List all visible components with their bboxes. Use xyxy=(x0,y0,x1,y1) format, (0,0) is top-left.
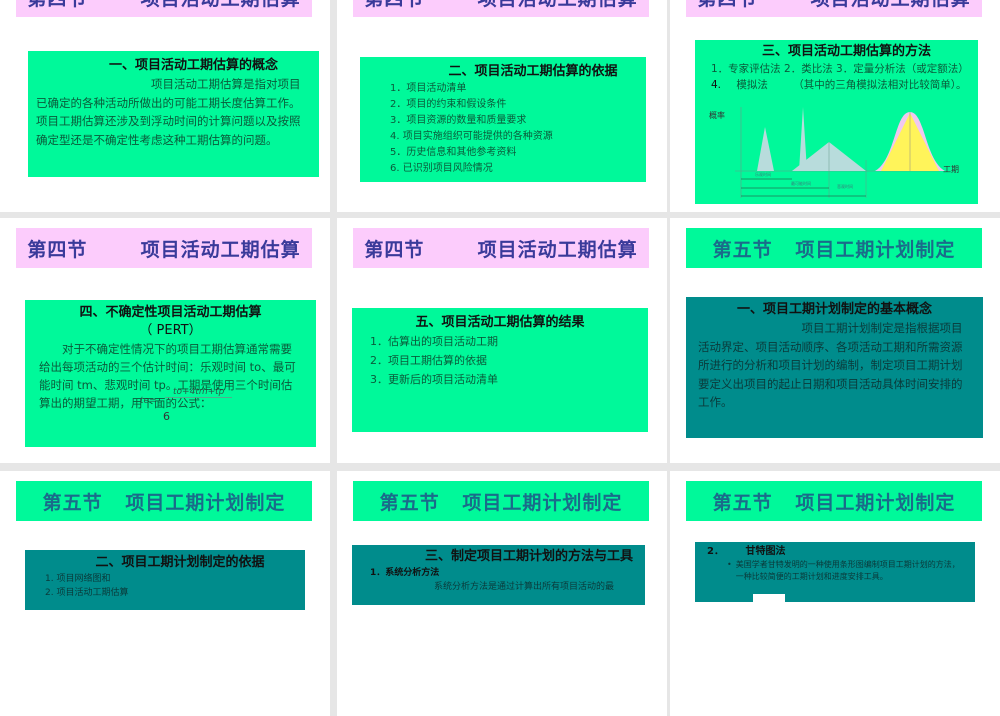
body-text: 对于不确定性情况下的项目工期估算通常需要给出每项活动的三个估计时间：乐观时间 t… xyxy=(39,342,296,410)
content-box: 一、项目工期计划制定的基本概念 项目工期计划制定是指根据项目活动界定、项目活动顺… xyxy=(686,297,983,438)
content-box: 四、不确定性项目活动工期估算 （ PERT） 对于不确定性情况下的项目工期估算通… xyxy=(25,300,316,447)
content-box: 二、项目活动工期估算的依据 1．项目活动清单 2．项目的约束和假设条件 3．项目… xyxy=(360,57,646,182)
bullet-text: 美国学者甘特发明的一种使用条形图编制项目工期计划的方法，一种比较简便的工期计划和… xyxy=(735,560,960,581)
slide-title: 第四节 项目活动工期估算 xyxy=(686,0,982,17)
content-box: 二、项目工期计划制定的依据 1. 项目网络图和 2. 项目活动工期估算 xyxy=(25,550,305,610)
list-item: 5．历史信息和其他参考资料 xyxy=(390,147,517,158)
slide-thumbnail-2[interactable]: 第四节 项目活动工期估算 二、项目活动工期估算的依据 1．项目活动清单 2．项目… xyxy=(337,0,667,212)
heading: 三、制定项目工期计划的方法与工具 xyxy=(424,549,633,564)
pessimistic-label: 悲观时间 xyxy=(837,184,853,189)
slide-title: 第五节 项目工期计划制定 xyxy=(16,481,312,521)
slide-title: 第四节 项目活动工期估算 xyxy=(16,228,312,268)
slide-thumbnail-6[interactable]: 第五节 项目工期计划制定 一、项目工期计划制定的基本概念 项目工期计划制定是指根… xyxy=(670,218,1000,463)
sub-heading-number: 2． xyxy=(707,546,724,557)
body-text: 项目工期计划制定是指根据项目活动界定、项目活动顺序、各项活动工期和所需资源所进行… xyxy=(698,321,963,409)
slide-thumbnail-3[interactable]: 第四节 项目活动工期估算 三、项目活动工期估算的方法 1．专家评估法 2．类比法… xyxy=(670,0,1000,212)
slide-title: 第四节 项目活动工期估算 xyxy=(353,228,649,268)
slide-thumbnail-5[interactable]: 第四节 项目活动工期估算 五、项目活动工期估算的结果 1．估算出的项目活动工期 … xyxy=(337,218,667,463)
sub-heading: 甘特图法 xyxy=(745,546,786,557)
list-item: 1．项目活动清单 xyxy=(390,83,467,94)
list-item: 4. 项目实施组织可能提供的各种资源 xyxy=(390,131,553,142)
heading: 二、项目活动工期估算的依据 xyxy=(448,64,618,79)
content-box: 三、项目活动工期估算的方法 1．专家评估法 2．类比法 3．定量分析法（或定额法… xyxy=(695,40,978,204)
content-box: 一、项目活动工期估算的概念 项目活动工期估算是指对项目已确定的各种活动所做出的可… xyxy=(28,51,319,177)
heading: 一、项目工期计划制定的基本概念 xyxy=(736,302,932,317)
content-box: 五、项目活动工期估算的结果 1．估算出的项目活动工期 2．项目工期估算的依据 3… xyxy=(352,308,648,432)
x-axis-label: 工期 xyxy=(943,165,959,174)
content-box: 三、制定项目工期计划的方法与工具 1．系统分析方法 系统分析方法是通过计算出所有… xyxy=(352,545,645,605)
slide-thumbnail-9[interactable]: 第五节 项目工期计划制定 2． 甘特图法 • 美国学者甘特发明的一种使用条形图编… xyxy=(670,471,1000,716)
content-box: 2． 甘特图法 • 美国学者甘特发明的一种使用条形图编制项目工期计划的方法，一种… xyxy=(695,542,975,602)
slide-title: 第五节 项目工期计划制定 xyxy=(686,481,982,521)
slide-thumbnail-4[interactable]: 第四节 项目活动工期估算 四、不确定性项目活动工期估算 （ PERT） 对于不确… xyxy=(0,218,330,463)
list-item: 1. 项目网络图和 xyxy=(45,574,111,584)
list-item: 1．估算出的项目活动工期 xyxy=(370,335,498,348)
triangle-distribution-diagram xyxy=(735,107,945,198)
slide-thumbnail-8[interactable]: 第五节 项目工期计划制定 三、制定项目工期计划的方法与工具 1．系统分析方法 系… xyxy=(337,471,667,716)
slide-title: 第四节 项目活动工期估算 xyxy=(16,0,312,17)
bullet-icon: • xyxy=(727,560,732,569)
list-item: 6. 已识别项目风险情况 xyxy=(390,163,493,174)
y-axis-label: 概率 xyxy=(709,111,725,120)
heading: 五、项目活动工期估算的结果 xyxy=(415,315,585,330)
body-text: 项目活动工期估算是指对项目已确定的各种活动所做出的可能工期长度估算工作。项目工期… xyxy=(36,77,301,147)
formula-lhs: te= xyxy=(140,396,157,406)
list-item: 2．项目的约束和假设条件 xyxy=(390,99,507,110)
list-item: 2．项目工期估算的依据 xyxy=(370,354,487,367)
slide-title: 第四节 项目活动工期估算 xyxy=(353,0,649,17)
list-item: 3．更新后的项目活动清单 xyxy=(370,373,498,386)
slide-title: 第五节 项目工期计划制定 xyxy=(686,228,982,268)
heading-sub: （ PERT） xyxy=(139,323,202,338)
heading: 二、项目工期计划制定的依据 xyxy=(95,555,265,570)
formula-numerator: to+4tm+tp xyxy=(165,387,233,398)
sub-heading: 1．系统分析方法 xyxy=(370,568,440,578)
list-item: 2. 项目活动工期估算 xyxy=(45,588,129,598)
slide-thumbnail-1[interactable]: 第四节 项目活动工期估算 一、项目活动工期估算的概念 项目活动工期估算是指对项目… xyxy=(0,0,330,212)
slide-title: 第五节 项目工期计划制定 xyxy=(353,481,649,521)
most-likely-label: 最可能时间 xyxy=(791,181,811,186)
heading: 一、项目活动工期估算的概念 xyxy=(108,58,278,73)
heading: 四、不确定性项目活动工期估算 xyxy=(79,305,262,320)
slide-thumbnail-7[interactable]: 第五节 项目工期计划制定 二、项目工期计划制定的依据 1. 项目网络图和 2. … xyxy=(0,471,330,716)
gantt-chart-image xyxy=(753,594,785,602)
list-item: 3．项目资源的数量和质量要求 xyxy=(390,115,527,126)
body-text: 系统分析方法是通过计算出所有项目活动的最 xyxy=(434,582,615,592)
optimistic-label: 乐观时间 xyxy=(755,172,771,177)
formula-denominator: 6 xyxy=(163,410,170,423)
optimistic-triangle xyxy=(757,127,774,171)
